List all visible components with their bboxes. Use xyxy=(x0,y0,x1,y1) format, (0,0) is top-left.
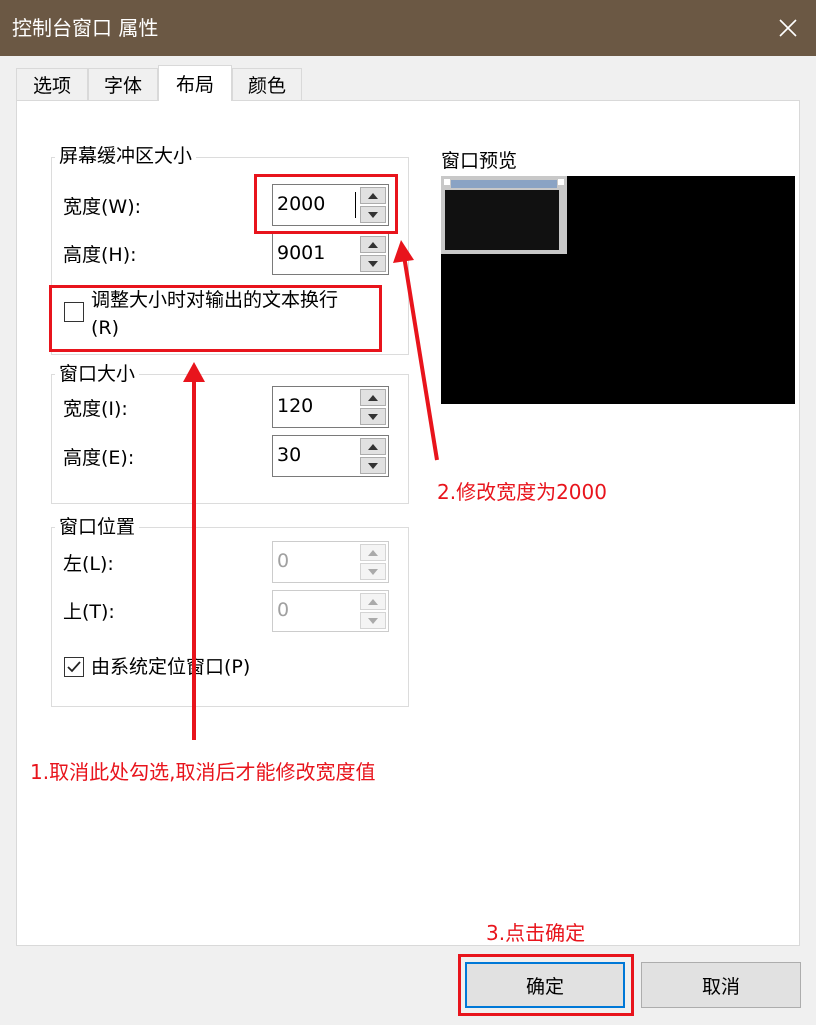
title-bar: 控制台窗口 属性 xyxy=(0,0,816,56)
window-title: 控制台窗口 属性 xyxy=(12,16,159,40)
text-caret xyxy=(355,192,356,218)
tab-font[interactable]: 字体 xyxy=(88,68,158,100)
window-width-label: 宽度(I): xyxy=(63,398,128,420)
annotation-step2: 2.修改宽度为2000 xyxy=(437,480,607,504)
preview-mini-window xyxy=(441,176,567,254)
position-left-value: 0 xyxy=(277,550,290,572)
position-top-value: 0 xyxy=(277,599,290,621)
buffer-width-value: 2000 xyxy=(277,193,326,215)
system-position-checkbox[interactable] xyxy=(64,657,84,677)
buffer-width-up-button[interactable] xyxy=(360,187,386,204)
window-width-up-button[interactable] xyxy=(360,389,386,406)
wrap-text-label: 调整大小时对输出的文本换行 xyxy=(91,289,339,311)
window-size-title: 窗口大小 xyxy=(55,363,140,385)
mini-window-icon xyxy=(444,179,450,185)
position-top-input[interactable]: 0 xyxy=(272,590,389,632)
position-left-label: 左(L): xyxy=(63,553,114,575)
window-width-input[interactable]: 120 xyxy=(272,386,389,428)
annotation-step3: 3.点击确定 xyxy=(486,921,586,945)
window-height-label: 高度(E): xyxy=(63,447,135,469)
window-height-input[interactable]: 30 xyxy=(272,435,389,477)
position-top-down-button[interactable] xyxy=(360,612,386,629)
window-width-down-button[interactable] xyxy=(360,408,386,425)
buffer-width-label: 宽度(W): xyxy=(63,196,142,218)
close-icon xyxy=(779,19,797,37)
wrap-text-checkbox[interactable] xyxy=(64,302,84,322)
mini-window-body xyxy=(445,190,559,250)
arrow-down-icon xyxy=(368,462,378,469)
window-preview xyxy=(441,176,795,404)
position-left-up-button[interactable] xyxy=(360,544,386,561)
window-position-title: 窗口位置 xyxy=(55,516,140,538)
window-height-up-button[interactable] xyxy=(360,438,386,455)
position-left-down-button[interactable] xyxy=(360,563,386,580)
window-height-value: 30 xyxy=(277,444,302,466)
buffer-height-value: 9001 xyxy=(277,242,326,264)
arrow-up-icon xyxy=(368,192,378,199)
tab-colors[interactable]: 颜色 xyxy=(232,68,302,100)
system-position-label: 由系统定位窗口(P) xyxy=(91,656,251,678)
wrap-text-label-hotkey: (R) xyxy=(91,317,120,339)
position-top-label: 上(T): xyxy=(63,601,115,623)
buffer-height-up-button[interactable] xyxy=(360,236,386,253)
position-top-up-button[interactable] xyxy=(360,593,386,610)
ok-button[interactable]: 确定 xyxy=(465,962,625,1008)
buffer-height-label: 高度(H): xyxy=(63,244,137,266)
mini-window-control-icon xyxy=(558,179,564,185)
arrow-up-icon xyxy=(368,549,378,556)
buffer-size-title: 屏幕缓冲区大小 xyxy=(55,145,197,167)
tab-layout[interactable]: 布局 xyxy=(158,65,232,101)
annotation-step1: 1.取消此处勾选,取消后才能修改宽度值 xyxy=(30,760,376,784)
tab-options[interactable]: 选项 xyxy=(16,68,88,100)
cancel-button[interactable]: 取消 xyxy=(641,962,801,1008)
mini-window-titlebar xyxy=(451,180,557,188)
arrow-down-icon xyxy=(368,617,378,624)
buffer-width-down-button[interactable] xyxy=(360,206,386,223)
arrow-up-icon xyxy=(368,241,378,248)
buffer-height-input[interactable]: 9001 xyxy=(272,233,389,275)
arrow-down-icon xyxy=(368,568,378,575)
checkmark-icon xyxy=(67,661,81,673)
close-button[interactable] xyxy=(760,0,816,56)
arrow-down-icon xyxy=(368,260,378,267)
arrow-down-icon xyxy=(368,413,378,420)
buffer-width-input[interactable]: 2000 xyxy=(272,184,389,226)
arrow-up-icon xyxy=(368,394,378,401)
position-left-input[interactable]: 0 xyxy=(272,541,389,583)
arrow-up-icon xyxy=(368,443,378,450)
arrow-down-icon xyxy=(368,211,378,218)
buffer-height-down-button[interactable] xyxy=(360,255,386,272)
preview-label: 窗口预览 xyxy=(441,150,518,172)
window-height-down-button[interactable] xyxy=(360,457,386,474)
arrow-up-icon xyxy=(368,598,378,605)
window-width-value: 120 xyxy=(277,395,314,417)
